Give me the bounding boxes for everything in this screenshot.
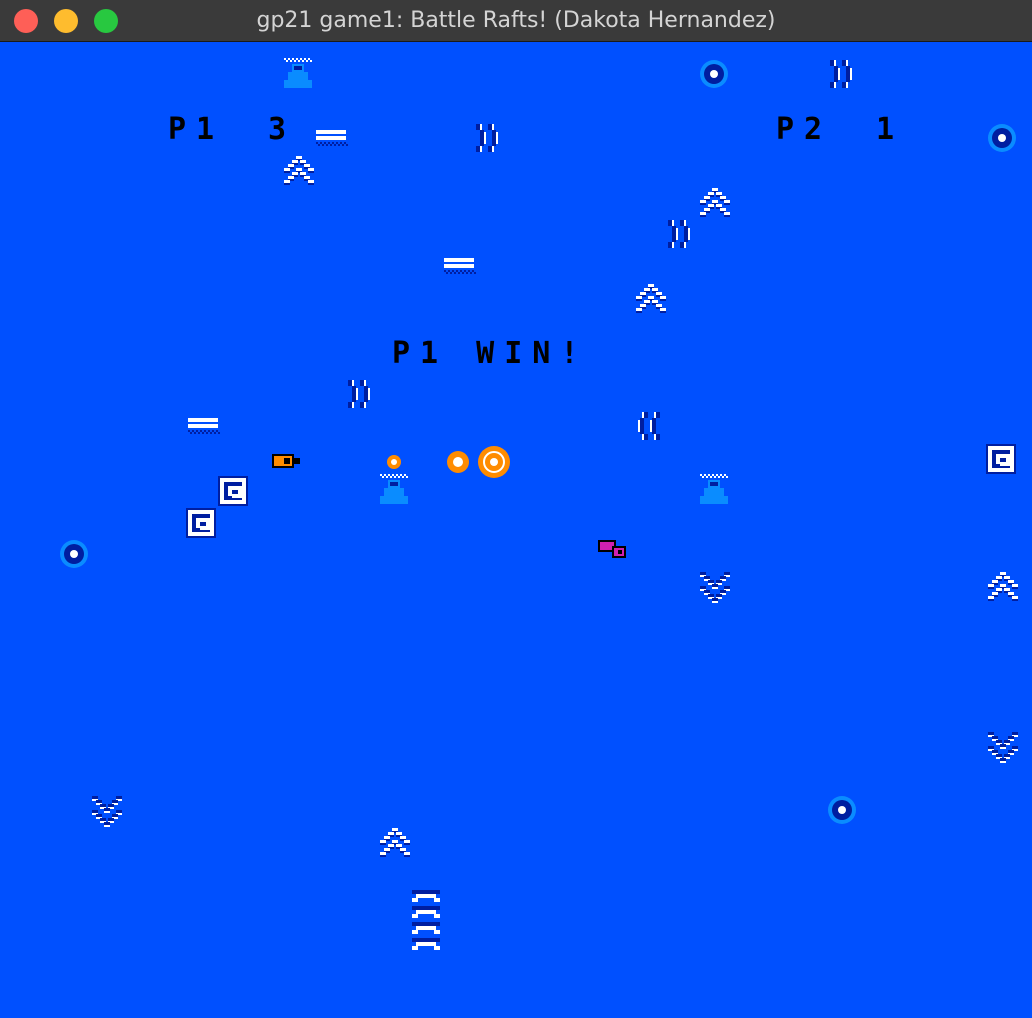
flame-icon	[387, 455, 401, 469]
current-right-icon	[348, 380, 370, 408]
wave-up-icon	[988, 572, 1018, 601]
orange-raft-icon	[272, 454, 300, 468]
sprite-layer	[60, 58, 1018, 950]
wave-up-icon	[700, 188, 730, 217]
calm-wave-icon	[316, 130, 348, 146]
rock-icon	[284, 58, 312, 88]
calm-wave-icon	[188, 418, 220, 434]
whirlpool-icon	[186, 508, 216, 538]
wave-down-icon	[700, 572, 730, 603]
buoy-icon	[988, 124, 1016, 152]
window-title: gp21 game1: Battle Rafts! (Dakota Hernan…	[256, 8, 776, 33]
wave-down-icon	[92, 796, 122, 827]
current-right-icon	[476, 124, 498, 152]
current-right-icon	[830, 60, 852, 88]
rock-icon	[380, 474, 408, 504]
orange-cannonball-icon	[447, 451, 469, 473]
tall-wave-icon	[412, 890, 440, 950]
calm-wave-icon	[444, 258, 476, 274]
whirlpool-icon	[986, 444, 1016, 474]
buoy-icon	[828, 796, 856, 824]
current-left-icon	[638, 412, 660, 440]
wave-up-icon	[636, 284, 666, 313]
wave-up-icon	[284, 156, 314, 185]
wave-up-icon	[380, 828, 410, 857]
rock-icon	[700, 474, 728, 504]
game-field[interactable]: P1 3 P2 1 P1 WIN!	[0, 42, 1032, 1018]
buoy-icon	[60, 540, 88, 568]
magenta-raft-icon	[598, 540, 626, 558]
window-titlebar: gp21 game1: Battle Rafts! (Dakota Hernan…	[0, 0, 1032, 42]
whirlpool-icon	[218, 476, 248, 506]
buoy-icon	[700, 60, 728, 88]
big-cannonball-icon	[478, 446, 510, 478]
wave-down-icon	[988, 732, 1018, 763]
current-right-icon	[668, 220, 690, 248]
